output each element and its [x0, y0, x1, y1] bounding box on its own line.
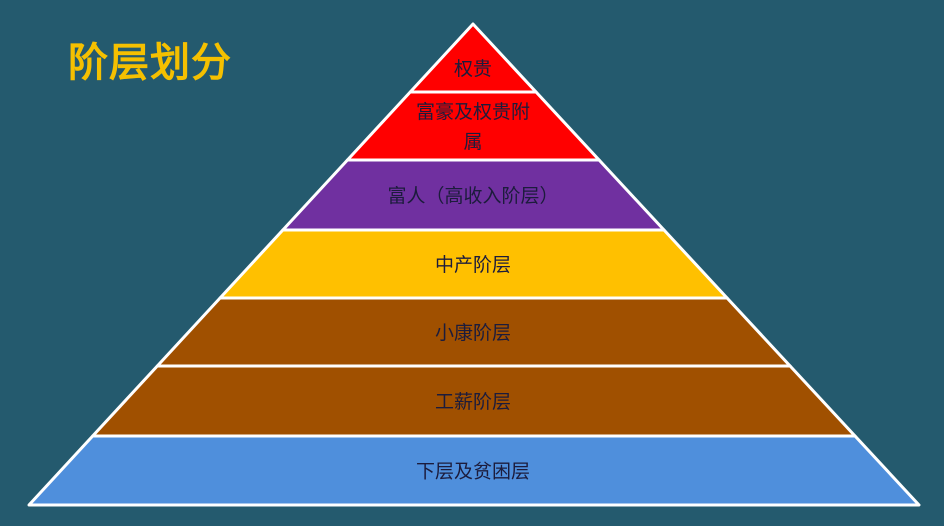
- layer-label: 工薪阶层: [435, 391, 511, 413]
- pyramid-layer-5: 小康阶层: [155, 296, 792, 368]
- pyramid-diagram: 权贵富豪及权贵附属富人（高收入阶层） 中产阶层小康阶层工薪阶层下层及贫困层: [27, 22, 921, 507]
- layer-label: 中产阶层: [435, 254, 511, 276]
- pyramid-layer-3: 富人（高收入阶层）: [281, 158, 666, 232]
- pyramid-layer-4: 中产阶层: [218, 228, 729, 300]
- layer-label: 下层及贫困层: [416, 461, 530, 483]
- pyramid-layer-2: 富豪及权贵附属: [345, 90, 601, 162]
- pyramid-layer-6: 工薪阶层: [91, 364, 857, 438]
- layer-label: 权贵: [454, 58, 492, 80]
- layer-label: 富豪及权贵附: [416, 101, 530, 123]
- layer-label: 属: [463, 131, 482, 153]
- layer-label: 富人（高收入阶层）: [387, 185, 558, 207]
- pyramid-layer-7: 下层及贫困层: [27, 434, 921, 507]
- pyramid-layer-1: 权贵: [408, 22, 538, 94]
- layer-label: 小康阶层: [435, 322, 511, 344]
